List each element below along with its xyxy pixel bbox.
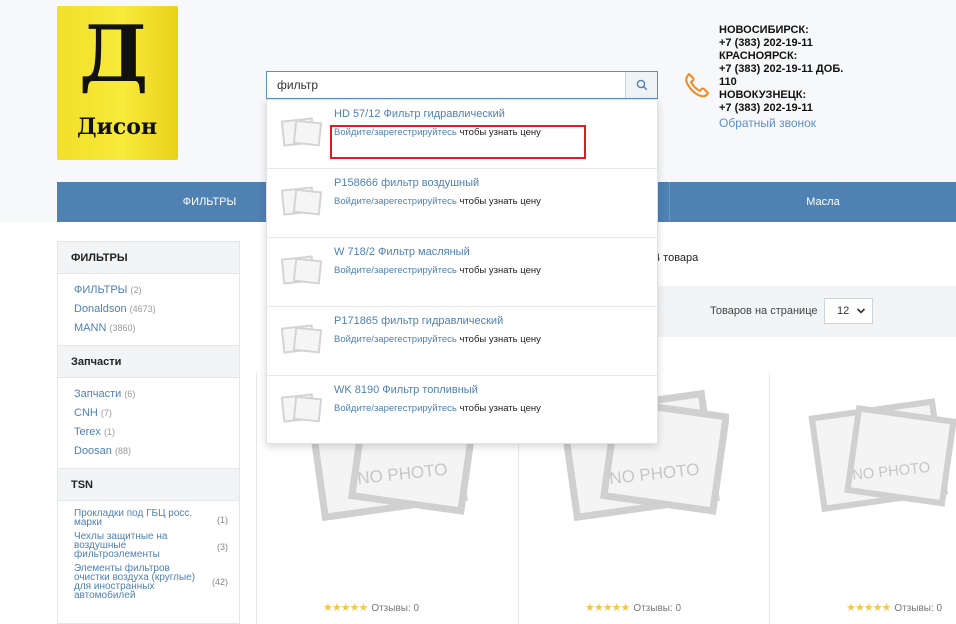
suggestion-price: Войдите/зарегестрируйтесь чтобы узнать ц… (334, 334, 541, 345)
sidebar-item-count: (3860) (109, 323, 136, 333)
login-link[interactable]: Войдите/зарегестрируйтесь (334, 265, 457, 276)
sidebar-item[interactable]: MANN (3860) (74, 319, 239, 338)
sidebar-item-label: Чехлы защитные на воздушные фильтроэлеме… (74, 531, 168, 560)
suggestion-title: P158666 фильтр воздушный (334, 177, 480, 189)
suggestion-price: Войдите/зарегестрируйтесь чтобы узнать ц… (334, 265, 541, 276)
suggestion-price: Войдите/зарегестрируйтесь чтобы узнать ц… (334, 403, 541, 414)
sidebar-item-count: (1) (217, 515, 228, 525)
sidebar-item-label: Элементы фильтров очистки воздуха (кругл… (74, 563, 196, 601)
rating-stars: ★★★★★ (846, 602, 891, 614)
sidebar-item[interactable]: Doosan (88) (74, 442, 239, 461)
no-photo-thumbnail (281, 393, 323, 423)
product-card[interactable]: NO PHOTO ★★★★★ Отзывы: 0 (770, 373, 956, 624)
callback-link[interactable]: Обратный звонок (719, 117, 949, 130)
no-photo-image: NO PHOTO (808, 398, 956, 513)
price-note: чтобы узнать цену (456, 196, 541, 207)
contact-line: НОВОКУЗНЕЦК: (719, 89, 807, 101)
sidebar: ФИЛЬТРЫ ФИЛЬТРЫ (2) Donaldson (4673) MAN… (57, 241, 240, 624)
no-photo-thumbnail (281, 186, 323, 216)
price-note: чтобы узнать цену (456, 265, 541, 276)
sidebar-item-count: (3) (217, 542, 228, 552)
no-photo-thumbnail (281, 324, 323, 354)
search-icon (636, 79, 647, 91)
sidebar-item-label: CNH (74, 407, 98, 419)
sidebar-item[interactable]: Чехлы защитные на воздушные фильтроэлеме… (74, 531, 234, 560)
contact-line: +7 (383) 202-19-11 ДОБ. (719, 63, 844, 75)
no-photo-thumbnail (281, 117, 323, 147)
sidebar-item-label: Donaldson (74, 303, 127, 315)
login-link[interactable]: Войдите/зарегестрируйтесь (334, 334, 457, 345)
sidebar-item-count: (2) (130, 285, 142, 295)
price-note: чтобы узнать цену (456, 403, 541, 414)
contact-line: +7 (383) 202-19-11 (719, 37, 813, 49)
logo[interactable]: Д Дисон (57, 6, 178, 160)
sidebar-section-title: ФИЛЬТРЫ (58, 242, 239, 274)
suggestion-price: Войдите/зарегестрируйтесь чтобы узнать ц… (334, 196, 541, 207)
sidebar-section-list: Запчасти (6) CNH (7) Terex (1) Doosan (8… (58, 378, 239, 469)
suggestion-title: W 718/2 Фильтр масляный (334, 246, 470, 258)
sidebar-item-count: (1) (103, 427, 115, 437)
reviews-count: Отзывы: 0 (894, 603, 943, 614)
chevron-down-icon (856, 308, 866, 314)
sidebar-item-label: Terex (74, 426, 101, 438)
suggestion-item[interactable]: P171865 фильтр гидравлический Войдите/за… (267, 307, 657, 376)
sidebar-item[interactable]: Donaldson (4673) (74, 300, 239, 319)
search-button[interactable] (625, 72, 657, 98)
suggestion-title: P171865 фильтр гидравлический (334, 315, 504, 327)
reviews: ★★★★★ Отзывы: 0 (846, 601, 942, 614)
sidebar-section-list: Прокладки под ГБЦ росс. марки (1) Чехлы … (58, 501, 239, 601)
reviews-count: Отзывы: 0 (633, 603, 682, 614)
no-photo-thumbnail (281, 255, 323, 285)
sidebar-section-title: Запчасти (58, 346, 239, 378)
per-page-label: Товаров на странице (710, 305, 818, 317)
contact-line: 110 (719, 76, 737, 88)
suggestion-item[interactable]: WK 8190 Фильтр топливный Войдите/зарегес… (267, 376, 657, 445)
per-page-select[interactable]: 12 (824, 298, 873, 324)
suggestion-item[interactable]: P158666 фильтр воздушный Войдите/зарегес… (267, 169, 657, 238)
login-link[interactable]: Войдите/зарегестрируйтесь (334, 196, 457, 207)
highlight-box (330, 125, 586, 159)
login-link[interactable]: Войдите/зарегестрируйтесь (334, 403, 457, 414)
sidebar-item[interactable]: Terex (1) (74, 423, 239, 442)
phone-icon (685, 73, 709, 98)
rating-stars: ★★★★★ (585, 602, 630, 614)
search-input[interactable] (267, 72, 625, 98)
price-note: чтобы узнать цену (456, 334, 541, 345)
rating-stars: ★★★★★ (323, 602, 368, 614)
contact-line: НОВОСИБИРСК: (719, 24, 809, 36)
sidebar-item-count: (7) (100, 408, 112, 418)
nav-item-oils[interactable]: Масла (670, 182, 956, 222)
reviews: ★★★★★ Отзывы: 0 (323, 601, 419, 614)
logo-letter: Д (79, 9, 149, 100)
sidebar-item[interactable]: CNH (7) (74, 404, 239, 423)
reviews: ★★★★★ Отзывы: 0 (585, 601, 681, 614)
sidebar-item[interactable]: ФИЛЬТРЫ (2) (74, 281, 239, 300)
sidebar-item[interactable]: Элементы фильтров очистки воздуха (кругл… (74, 563, 234, 601)
sidebar-section-title: TSN (58, 469, 239, 501)
reviews-count: Отзывы: 0 (371, 603, 420, 614)
contacts-block: НОВОСИБИРСК: +7 (383) 202-19-11 КРАСНОЯР… (719, 24, 949, 130)
result-count: 4 товара (654, 252, 699, 264)
suggestion-title: HD 57/12 Фильтр гидравлический (334, 108, 505, 120)
sidebar-item[interactable]: Прокладки под ГБЦ росс. марки (1) (74, 508, 234, 528)
suggestion-item[interactable]: W 718/2 Фильтр масляный Войдите/зарегест… (267, 238, 657, 307)
suggestion-title: WK 8190 Фильтр топливный (334, 384, 478, 396)
logo-name: Дисон (77, 114, 158, 140)
contact-line: +7 (383) 202-19-11 (719, 102, 813, 114)
sidebar-section-list: ФИЛЬТРЫ (2) Donaldson (4673) MANN (3860) (58, 274, 239, 346)
sidebar-item-label: Запчасти (74, 388, 122, 400)
sidebar-item-label: Прокладки под ГБЦ росс. марки (74, 508, 193, 528)
sidebar-item-label: MANN (74, 322, 107, 334)
sidebar-item-label: Doosan (74, 445, 112, 457)
sidebar-item-count: (88) (114, 446, 131, 456)
per-page-value: 12 (837, 305, 850, 317)
search-box (266, 71, 658, 99)
sidebar-item-count: (4673) (129, 304, 156, 314)
sidebar-item-count: (6) (124, 389, 136, 399)
contact-line: КРАСНОЯРСК: (719, 50, 798, 62)
sidebar-item[interactable]: Запчасти (6) (74, 385, 239, 404)
sidebar-item-count: (42) (211, 577, 228, 587)
sidebar-item-label: ФИЛЬТРЫ (74, 284, 128, 296)
